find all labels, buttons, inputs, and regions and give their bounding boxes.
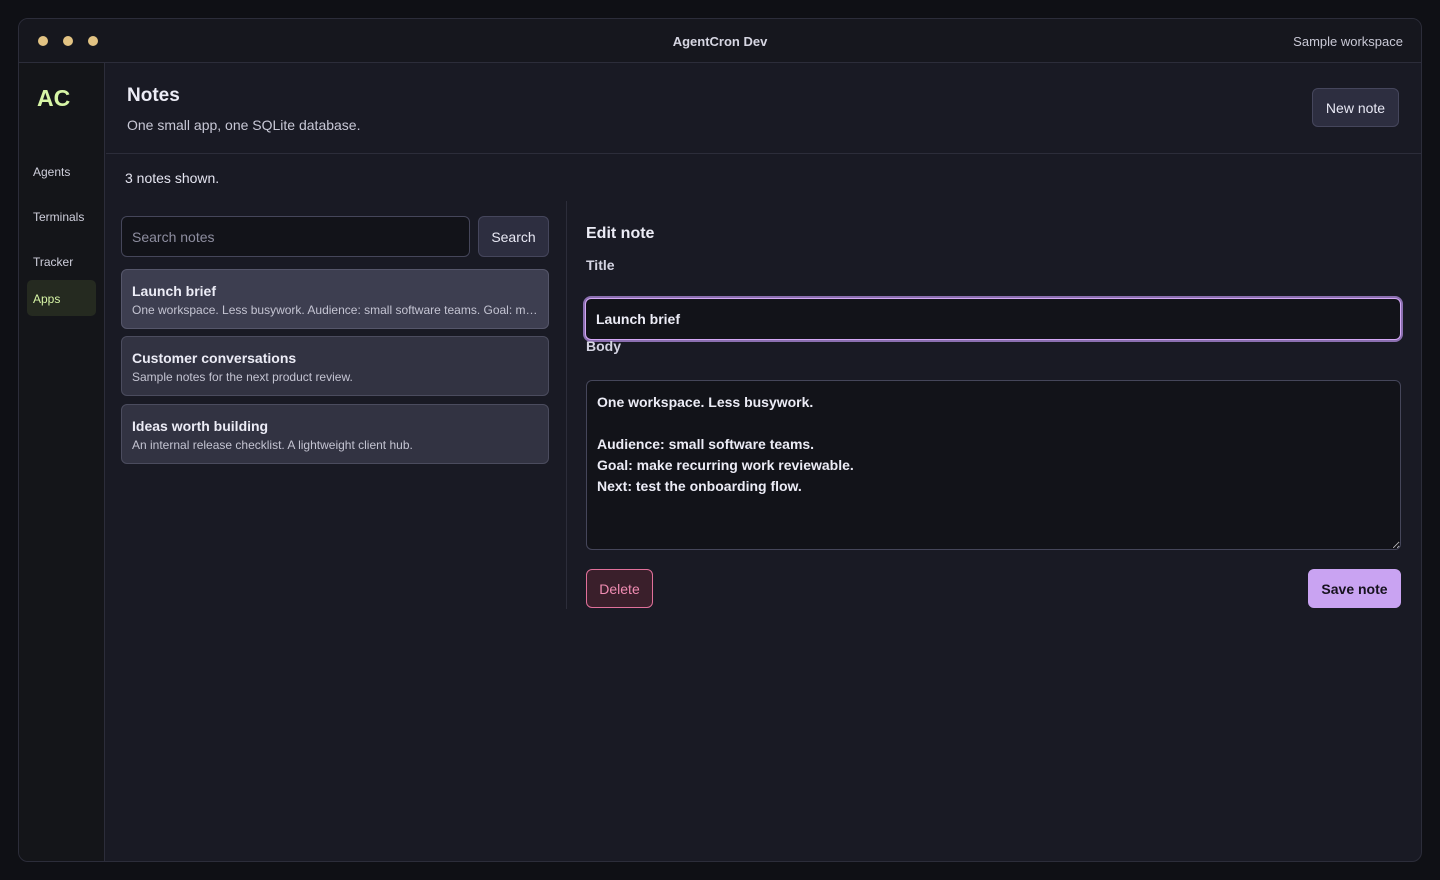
app-logo: AC	[37, 85, 71, 111]
save-note-button[interactable]: Save note	[1308, 569, 1401, 608]
title-field-label: Title	[586, 257, 615, 273]
note-item-preview: One workspace. Less busywork. Audience: …	[132, 303, 538, 317]
body-field-label: Body	[586, 338, 621, 354]
sidebar-item-apps[interactable]: Apps	[27, 280, 96, 316]
delete-button[interactable]: Delete	[586, 569, 653, 608]
note-item-preview: An internal release checklist. A lightwe…	[132, 438, 413, 452]
app-window: AgentCron Dev Sample workspace AC Agents…	[18, 18, 1422, 862]
workspace-label[interactable]: Sample workspace	[1293, 34, 1403, 49]
sidebar-item-tracker[interactable]: Tracker	[27, 243, 96, 279]
note-item-launch-brief[interactable]: Launch brief One workspace. Less busywor…	[121, 269, 549, 329]
sidebar-item-terminals[interactable]: Terminals	[27, 198, 96, 234]
note-item-title: Ideas worth building	[132, 418, 269, 434]
note-item-preview: Sample notes for the next product review…	[132, 370, 353, 384]
search-button[interactable]: Search	[478, 216, 549, 257]
window-title: AgentCron Dev	[672, 34, 768, 49]
sidebar: AC Agents Terminals Tracker Apps	[19, 63, 105, 861]
note-item-title: Customer conversations	[132, 350, 297, 366]
search-input[interactable]	[121, 216, 470, 257]
body-field[interactable]: One workspace. Less busywork. Audience: …	[586, 380, 1401, 550]
title-bar: AgentCron Dev Sample workspace	[19, 19, 1421, 63]
page-header: Notes One small app, one SQLite database…	[106, 63, 1421, 154]
note-item-ideas-worth-building[interactable]: Ideas worth building An internal release…	[121, 404, 549, 464]
main-content: Notes One small app, one SQLite database…	[106, 63, 1421, 861]
note-item-title: Launch brief	[132, 283, 217, 299]
page-subtitle: One small app, one SQLite database.	[127, 117, 361, 133]
page-title: Notes	[127, 85, 180, 106]
notes-count: 3 notes shown.	[125, 170, 220, 186]
panel-divider	[566, 201, 567, 609]
sidebar-item-agents[interactable]: Agents	[27, 153, 96, 189]
new-note-button[interactable]: New note	[1312, 88, 1399, 127]
note-item-customer-conversations[interactable]: Customer conversations Sample notes for …	[121, 336, 549, 396]
title-field[interactable]	[585, 298, 1401, 340]
editor-heading: Edit note	[586, 225, 655, 242]
